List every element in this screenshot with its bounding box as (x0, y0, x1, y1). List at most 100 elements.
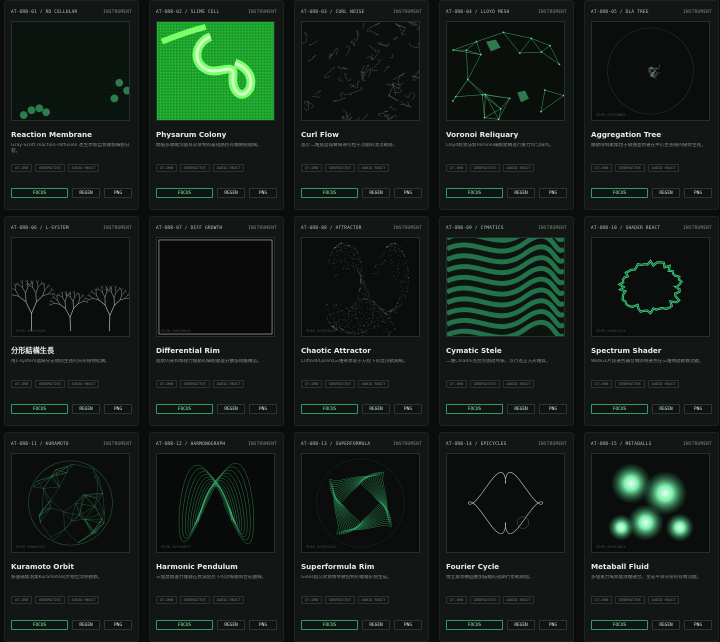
instrument-card-11: AT-ORB-11 / KURAMOTO INSTRUMENT SEED 090… (4, 432, 139, 642)
regen-button[interactable]: REGEN (507, 620, 535, 630)
card-header: AT-ORB-10 / SHADER REACT INSTRUMENT (591, 223, 712, 233)
card-tags: AT-ORBGENERATIVEAUDIO REACT (446, 164, 567, 172)
card-tags: AT-ORBGENERATIVEAUDIO REACT (446, 596, 567, 604)
png-button[interactable]: PNG (684, 188, 712, 198)
png-button[interactable]: PNG (394, 620, 422, 630)
card-description: Gray-Scott reaction–diffusion 產生學態自我複製細胞… (11, 143, 132, 156)
card-canvas[interactable]: SEED 07834213 (301, 237, 420, 337)
png-button[interactable]: PNG (249, 404, 277, 414)
card-canvas[interactable]: SEED 03482211 (591, 237, 710, 337)
card-description: 用L-system遞歸分支規則生長的分形植物結構。 (11, 359, 132, 372)
regen-button[interactable]: REGEN (507, 188, 535, 198)
png-button[interactable]: PNG (394, 188, 422, 198)
card-kind: INSTRUMENT (683, 226, 712, 231)
tag-badge: AUDIO REACT (503, 164, 535, 172)
focus-button[interactable]: FOCUS (446, 404, 503, 414)
focus-button[interactable]: FOCUS (301, 620, 358, 630)
card-canvas[interactable]: SEED 03798882 (591, 21, 710, 121)
card-canvas[interactable] (156, 21, 275, 121)
card-canvas[interactable] (446, 453, 565, 553)
regen-button[interactable]: REGEN (362, 188, 390, 198)
regen-button[interactable]: REGEN (652, 188, 680, 198)
card-description: 點狀的來和鄰接力驅動的細胞膜差分擴張褶皺構造。 (156, 359, 277, 372)
png-button[interactable]: PNG (104, 404, 132, 414)
card-canvas[interactable]: SEED 06518928 (11, 237, 130, 337)
focus-button[interactable]: FOCUS (591, 188, 648, 198)
png-button[interactable]: PNG (249, 188, 277, 198)
card-canvas[interactable]: SEED 00810010 (156, 237, 275, 337)
card-canvas[interactable]: SEED 07564228 (301, 453, 420, 553)
card-canvas[interactable] (446, 237, 565, 337)
focus-button[interactable]: FOCUS (11, 188, 68, 198)
tag-badge: AUDIO REACT (68, 164, 100, 172)
focus-button[interactable]: FOCUS (156, 188, 213, 198)
instrument-card-1: AT-ORB-01 / RD CELLULAR INSTRUMENT React… (4, 0, 139, 210)
card-canvas[interactable]: SEED 04783021 (591, 453, 710, 553)
card-description: 基於二維旋度噪聲場導引粒子流動的渦流軌跡。 (301, 143, 422, 156)
tag-badge: AUDIO REACT (648, 164, 680, 172)
tag-badge: AUDIO REACT (68, 596, 100, 604)
regen-button[interactable]: REGEN (507, 404, 535, 414)
regen-button[interactable]: REGEN (652, 620, 680, 630)
card-title: Superformula Rim (301, 562, 422, 572)
focus-button[interactable]: FOCUS (446, 620, 503, 630)
tag-badge: AT-ORB (301, 596, 322, 604)
generative-artwork (302, 238, 419, 336)
png-button[interactable]: PNG (684, 404, 712, 414)
focus-button[interactable]: FOCUS (11, 404, 68, 414)
regen-button[interactable]: REGEN (652, 404, 680, 414)
regen-button[interactable]: REGEN (217, 620, 245, 630)
png-button[interactable]: PNG (539, 188, 567, 198)
tag-badge: GENERATIVE (180, 380, 210, 388)
regen-button[interactable]: REGEN (362, 404, 390, 414)
png-button[interactable]: PNG (539, 404, 567, 414)
generative-artwork (302, 454, 419, 552)
card-code: AT-ORB-02 / SLIME CELL (156, 10, 220, 15)
regen-button[interactable]: REGEN (217, 404, 245, 414)
regen-button[interactable]: REGEN (72, 188, 100, 198)
card-title: Aggregation Tree (591, 130, 712, 140)
png-button[interactable]: PNG (104, 188, 132, 198)
png-button[interactable]: PNG (249, 620, 277, 630)
card-canvas[interactable] (301, 21, 420, 121)
focus-button[interactable]: FOCUS (11, 620, 68, 630)
card-tags: AT-ORBGENERATIVEAUDIO REACT (11, 164, 132, 172)
instrument-card-7: AT-ORB-07 / DIFF GROWTH INSTRUMENT SEED … (149, 216, 284, 426)
regen-button[interactable]: REGEN (217, 188, 245, 198)
focus-button[interactable]: FOCUS (156, 404, 213, 414)
generative-artwork (12, 238, 129, 336)
focus-button[interactable]: FOCUS (301, 188, 358, 198)
card-actions: FOCUS REGEN PNG (156, 188, 277, 198)
card-canvas[interactable] (446, 21, 565, 121)
png-button[interactable]: PNG (104, 620, 132, 630)
card-tags: AT-ORBGENERATIVEAUDIO REACT (591, 596, 712, 604)
card-code: AT-ORB-14 / EPICYCLES (446, 442, 507, 447)
png-button[interactable]: PNG (394, 404, 422, 414)
card-title: Physarum Colony (156, 130, 277, 140)
generative-artwork (447, 238, 564, 336)
card-canvas[interactable]: SEED 02158877 (156, 453, 275, 553)
focus-button[interactable]: FOCUS (301, 404, 358, 414)
focus-button[interactable]: FOCUS (591, 404, 648, 414)
card-canvas[interactable]: SEED 09003371 (11, 453, 130, 553)
instrument-card-6: AT-ORB-06 / L-SYSTEM INSTRUMENT SEED 065… (4, 216, 139, 426)
regen-button[interactable]: REGEN (72, 620, 100, 630)
card-tags: AT-ORBGENERATIVEAUDIO REACT (11, 380, 132, 388)
png-button[interactable]: PNG (539, 620, 567, 630)
card-description: 模擬多頭絨泡菌尋求食物的最短路徑有機網絡組織。 (156, 143, 277, 156)
card-canvas[interactable] (11, 21, 130, 121)
regen-button[interactable]: REGEN (72, 404, 100, 414)
regen-button[interactable]: REGEN (362, 620, 390, 630)
card-kind: INSTRUMENT (103, 442, 132, 447)
card-code: AT-ORB-12 / HARMONOGRAPH (156, 442, 225, 447)
card-actions: FOCUS REGEN PNG (446, 620, 567, 630)
focus-button[interactable]: FOCUS (591, 620, 648, 630)
focus-button[interactable]: FOCUS (156, 620, 213, 630)
focus-button[interactable]: FOCUS (446, 188, 503, 198)
instrument-card-3: AT-ORB-03 / CURL NOISE INSTRUMENT Curl F… (294, 0, 429, 210)
card-description: Lloyd鬆弛法對Voronoi細胞建構進行重力均勻排列。 (446, 143, 567, 156)
png-button[interactable]: PNG (684, 620, 712, 630)
card-kind: INSTRUMENT (103, 226, 132, 231)
card-header: AT-ORB-15 / METABALLS INSTRUMENT (591, 439, 712, 449)
card-description: 擴散限制聚集粒子碰撞並附著在中心生長樹的樹狀生長。 (591, 143, 712, 156)
